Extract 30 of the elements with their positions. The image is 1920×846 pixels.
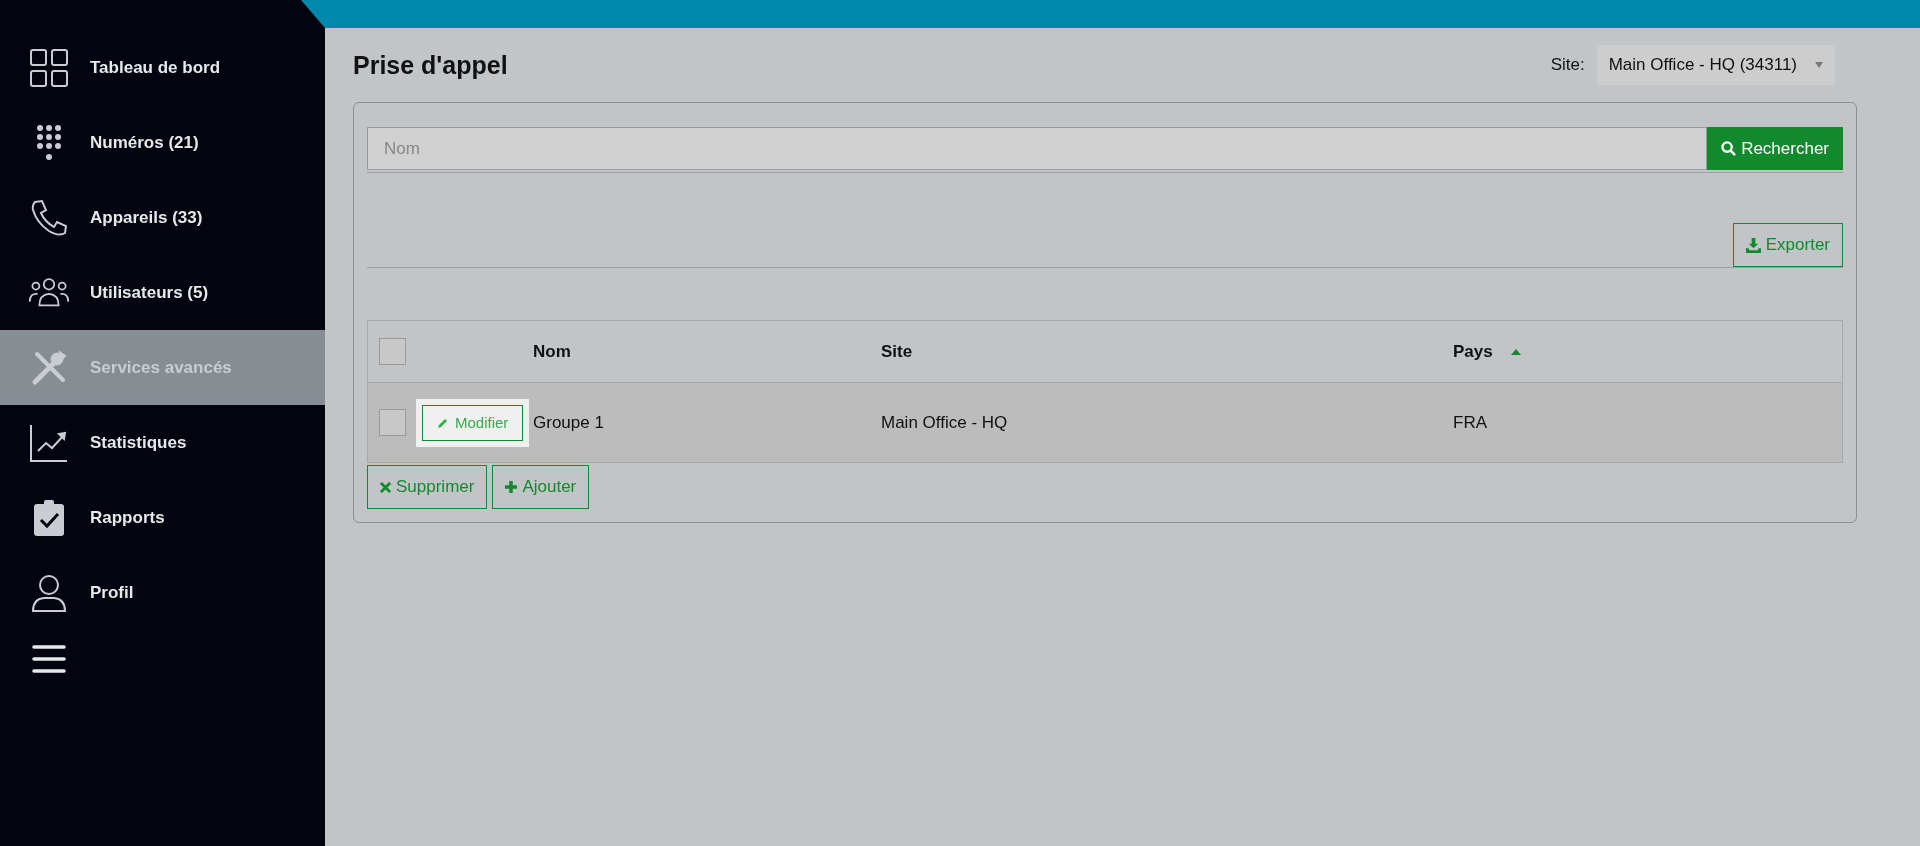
sidebar-item[interactable]: Tableau de bord	[0, 30, 325, 105]
sidebar-item[interactable]: Statistiques	[0, 405, 325, 480]
table-cell: FRA	[1453, 412, 1487, 432]
select-all-checkbox[interactable]	[379, 338, 406, 365]
plus-icon	[505, 481, 518, 493]
sidebar-item[interactable]: Rapports	[0, 480, 325, 555]
column-header[interactable]: Site	[881, 341, 913, 361]
page-title: Prise d'appel	[353, 50, 508, 80]
search-button[interactable]: Rechercher	[1707, 127, 1843, 170]
sidebar-item[interactable]: Appareils (33)	[0, 180, 325, 255]
dropdown-caret-icon	[1815, 62, 1823, 68]
table-cell: Groupe 1	[533, 412, 604, 432]
search-field[interactable]: Nom	[367, 127, 1708, 170]
pencil-icon	[437, 416, 449, 429]
sidebar-item[interactable]: Numéros (21)	[0, 105, 325, 180]
chart-icon	[28, 422, 70, 463]
sidebar-item[interactable]: Utilisateurs (5)	[0, 255, 325, 330]
search-icon	[1721, 141, 1737, 156]
column-header[interactable]: Pays	[1453, 341, 1493, 361]
sort-ascending-icon[interactable]	[1510, 349, 1521, 355]
site-dropdown[interactable]: Main Office - HQ (34311)	[1596, 45, 1835, 85]
table-cell: Main Office - HQ	[881, 412, 1008, 432]
cross-icon	[380, 481, 391, 493]
menu-icon[interactable]	[32, 644, 66, 674]
download-icon	[1745, 237, 1761, 253]
grid-icon	[28, 47, 70, 88]
row-checkbox[interactable]	[379, 409, 406, 436]
site-label: Site:	[1550, 55, 1585, 75]
column-header[interactable]: Nom	[533, 341, 571, 361]
sidebar-item[interactable]: Profil	[0, 555, 325, 630]
